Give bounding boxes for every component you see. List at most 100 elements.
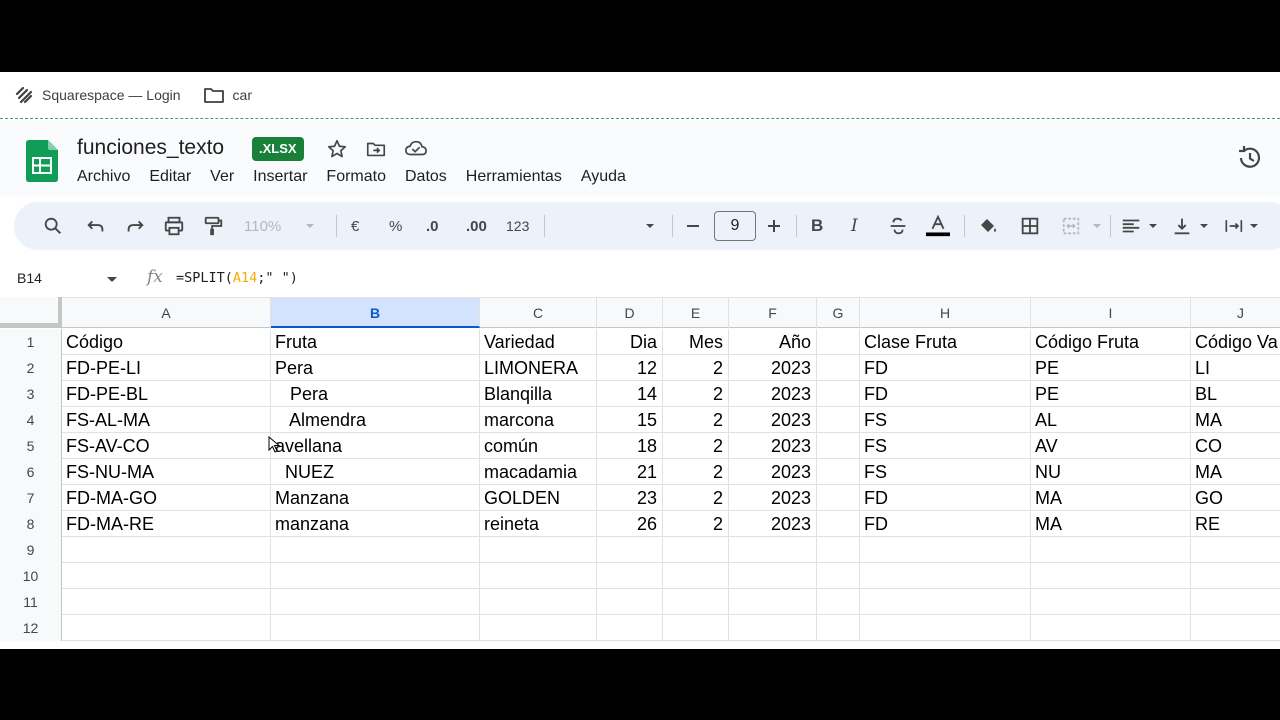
cell-a12[interactable] — [62, 615, 271, 641]
cell-d9[interactable] — [597, 537, 663, 563]
cell-f6[interactable]: 2023 — [729, 459, 817, 485]
cell-e7[interactable]: 2 — [663, 485, 729, 511]
increase-decimal-button[interactable]: .00 — [466, 214, 487, 238]
cell-c1[interactable]: Variedad — [480, 329, 597, 355]
menu-ayuda[interactable]: Ayuda — [581, 168, 626, 186]
cell-d8[interactable]: 26 — [597, 511, 663, 537]
cell-i11[interactable] — [1031, 589, 1191, 615]
cell-g11[interactable] — [817, 589, 860, 615]
row-header[interactable]: 3 — [0, 381, 62, 407]
cell-b5[interactable]: avellana — [271, 433, 480, 459]
cell-i6[interactable]: NU — [1031, 459, 1191, 485]
cell-d2[interactable]: 12 — [597, 355, 663, 381]
row-header[interactable]: 2 — [0, 355, 62, 381]
cell-f11[interactable] — [729, 589, 817, 615]
cell-e5[interactable]: 2 — [663, 433, 729, 459]
column-header-a[interactable]: A — [62, 298, 271, 328]
cell-j5[interactable]: CO — [1191, 433, 1280, 459]
cell-f4[interactable]: 2023 — [729, 407, 817, 433]
cell-c9[interactable] — [480, 537, 597, 563]
cell-j6[interactable]: MA — [1191, 459, 1280, 485]
cell-g1[interactable] — [817, 329, 860, 355]
cell-e12[interactable] — [663, 615, 729, 641]
cell-g4[interactable] — [817, 407, 860, 433]
cell-i10[interactable] — [1031, 563, 1191, 589]
undo-icon[interactable] — [85, 214, 107, 238]
column-header-g[interactable]: G — [817, 298, 860, 328]
cell-h5[interactable]: FS — [860, 433, 1031, 459]
text-color-icon[interactable] — [924, 214, 952, 238]
cell-h2[interactable]: FD — [860, 355, 1031, 381]
cell-d11[interactable] — [597, 589, 663, 615]
row-header[interactable]: 1 — [0, 329, 62, 355]
column-header-f[interactable]: F — [729, 298, 817, 328]
cell-c2[interactable]: LIMONERA — [480, 355, 597, 381]
cell-j4[interactable]: MA — [1191, 407, 1280, 433]
document-title[interactable]: funciones_texto — [77, 136, 224, 160]
row-header[interactable]: 9 — [0, 537, 62, 563]
cell-f3[interactable]: 2023 — [729, 381, 817, 407]
cell-g8[interactable] — [817, 511, 860, 537]
column-header-b[interactable]: B — [271, 298, 480, 328]
cell-j1[interactable]: Código Va — [1191, 329, 1280, 355]
cell-a1[interactable]: Código — [62, 329, 271, 355]
font-size-input[interactable]: 9 — [714, 211, 756, 241]
menu-archivo[interactable]: Archivo — [77, 168, 130, 186]
menu-formato[interactable]: Formato — [326, 168, 386, 186]
row-header[interactable]: 4 — [0, 407, 62, 433]
cloud-status-icon[interactable] — [404, 138, 428, 160]
cell-e3[interactable]: 2 — [663, 381, 729, 407]
text-wrapping-icon[interactable] — [1223, 214, 1243, 238]
cell-g12[interactable] — [817, 615, 860, 641]
cell-a10[interactable] — [62, 563, 271, 589]
cell-g3[interactable] — [817, 381, 860, 407]
menu-ver[interactable]: Ver — [210, 168, 234, 186]
cell-c5[interactable]: común — [480, 433, 597, 459]
italic-button[interactable]: I — [851, 214, 858, 238]
cell-f2[interactable]: 2023 — [729, 355, 817, 381]
cell-h10[interactable] — [860, 563, 1031, 589]
bold-button[interactable]: B — [811, 214, 823, 238]
cell-c6[interactable]: macadamia — [480, 459, 597, 485]
row-header[interactable]: 5 — [0, 433, 62, 459]
fill-color-icon[interactable] — [976, 214, 1000, 238]
cell-h7[interactable]: FD — [860, 485, 1031, 511]
cell-e2[interactable]: 2 — [663, 355, 729, 381]
cell-a2[interactable]: FD-PE-LI — [62, 355, 271, 381]
cell-g5[interactable] — [817, 433, 860, 459]
cell-d12[interactable] — [597, 615, 663, 641]
select-all-corner[interactable] — [0, 297, 62, 327]
cell-j11[interactable] — [1191, 589, 1280, 615]
row-header[interactable]: 6 — [0, 459, 62, 485]
menu-herramientas[interactable]: Herramientas — [466, 168, 562, 186]
cell-i2[interactable]: PE — [1031, 355, 1191, 381]
cell-c7[interactable]: GOLDEN — [480, 485, 597, 511]
merge-cells-icon[interactable] — [1060, 214, 1082, 238]
cell-b11[interactable] — [271, 589, 480, 615]
cell-h3[interactable]: FD — [860, 381, 1031, 407]
cell-c11[interactable] — [480, 589, 597, 615]
menu-editar[interactable]: Editar — [149, 168, 191, 186]
cell-j9[interactable] — [1191, 537, 1280, 563]
cell-h9[interactable] — [860, 537, 1031, 563]
cell-b4[interactable]: Almendra — [271, 407, 480, 433]
cell-h12[interactable] — [860, 615, 1031, 641]
chevron-down-icon[interactable] — [106, 276, 118, 284]
cell-e4[interactable]: 2 — [663, 407, 729, 433]
cell-b9[interactable] — [271, 537, 480, 563]
cell-b12[interactable] — [271, 615, 480, 641]
cell-b1[interactable]: Fruta — [271, 329, 480, 355]
cell-b2[interactable]: Pera — [271, 355, 480, 381]
menu-datos[interactable]: Datos — [405, 168, 447, 186]
cell-a8[interactable]: FD-MA-RE — [62, 511, 271, 537]
search-icon[interactable] — [42, 214, 64, 238]
cell-e10[interactable] — [663, 563, 729, 589]
column-header-e[interactable]: E — [663, 298, 729, 328]
cell-b8[interactable]: manzana — [271, 511, 480, 537]
cell-b7[interactable]: Manzana — [271, 485, 480, 511]
horizontal-align-icon[interactable] — [1120, 214, 1142, 238]
cell-e11[interactable] — [663, 589, 729, 615]
bookmark-squarespace[interactable]: Squarespace — Login — [14, 85, 181, 105]
cell-f9[interactable] — [729, 537, 817, 563]
cell-c4[interactable]: marcona — [480, 407, 597, 433]
